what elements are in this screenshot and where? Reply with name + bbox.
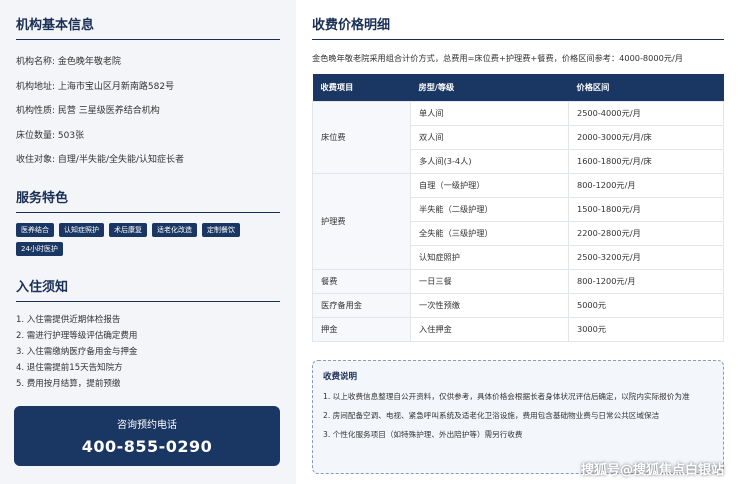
info-label: 收住对象: [16,155,56,165]
feature-tag: 术后康复 [109,222,147,237]
type-cell: 半失能（二级护理） [410,196,569,222]
category-cell: 护理费 [312,172,411,270]
table-row: 床位费 单人间 2500-4000元/月 [312,100,724,174]
info-value: 自理/半失能/全失能/认知症长者 [57,155,185,165]
info-row: 机构名称: 金色晚年敬老院 [16,50,280,75]
admission-title: 入住须知 [16,276,280,302]
info-list: 机构名称: 金色晚年敬老院 机构地址: 上海市宝山区月新南路582号 机构性质:… [16,50,280,173]
price-cell: 2500-4000元/月 [568,100,724,126]
consult-phone-number[interactable]: 400-855-0290 [14,437,280,456]
price-table: 收费项目 房型/等级 价格区间 床位费 单人间 2500-4000元/月 双人间… [312,74,724,342]
watermark: 搜狐号@搜狐焦点白银站 [580,463,724,478]
type-cell: 自理（一级护理） [410,172,569,198]
consult-phone-box[interactable]: 咨询预约电话 400-855-0290 [14,406,280,466]
info-value: 金色晚年敬老院 [57,57,121,67]
feature-tag: 24小时医护 [16,241,63,256]
price-cell: 2500-3200元/月 [568,244,724,270]
step-item: 5. 费用按月结算，提前预缴 [16,378,121,389]
category-cell: 押金 [312,316,411,342]
feature-tag: 认知症照护 [59,222,104,237]
consult-label: 咨询预约电话 [117,420,177,431]
info-value: 上海市宝山区月新南路582号 [57,81,175,92]
type-cell: 一日三餐 [410,268,569,294]
header-cell: 收费项目 [312,74,411,101]
right-panel: 收费价格明细 金色晚年敬老院采用组合计价方式，总费用=床位费+护理费+餐费，价格… [296,0,740,484]
price-cell: 800-1200元/月 [568,172,724,198]
type-cell: 入住押金 [410,316,569,342]
category-cell: 医疗备用金 [312,292,411,318]
fee-note-item: 3. 个性化服务项目（如特殊护理、外出陪护等）需另行收费 [323,430,523,439]
info-row: 收住对象: 自理/半失能/全失能/认知症长者 [16,148,280,173]
step-item: 2. 需进行护理等级评估确定费用 [16,330,138,341]
price-title: 收费价格明细 [312,14,724,40]
info-label: 床位数量: [16,130,56,141]
table-row: 护理费 自理（一级护理） 800-1200元/月 [312,172,724,270]
table-row: 押金 入住押金 3000元 [312,316,724,342]
type-cell: 一次性预缴 [410,292,569,318]
feature-tag: 医养结合 [16,222,54,237]
table-header-row: 收费项目 房型/等级 价格区间 [312,74,724,101]
category-cell: 餐费 [312,268,411,294]
step-item: 1. 入住需提供近期体检报告 [16,314,121,325]
basic-info-title: 机构基本信息 [16,14,280,40]
price-cell: 2200-2800元/月 [568,220,724,246]
info-row: 机构性质: 民营 三星级医养结合机构 [16,99,280,124]
fee-note-item: 2. 房间配备空调、电视、紧急呼叫系统及适老化卫浴设施，费用包含基础物业费与日常… [323,411,660,420]
header-cell: 价格区间 [568,74,724,101]
left-panel: 机构基本信息 机构名称: 金色晚年敬老院 机构地址: 上海市宝山区月新南路582… [0,0,296,484]
info-label: 机构名称: [16,57,56,67]
fee-note-item: 1. 以上收费信息整理自公开资料，仅供参考，具体价格会根据长者身体状况评估后确定… [323,392,690,401]
features-title: 服务特色 [16,187,280,213]
info-label: 机构性质: [16,106,56,116]
type-cell: 全失能（三级护理） [410,220,569,246]
info-value: 503张 [57,130,85,141]
admission-steps: 1. 入住需提供近期体检报告 2. 需进行护理等级评估确定费用 3. 入住需缴纳… [16,312,280,392]
info-row: 机构地址: 上海市宝山区月新南路582号 [16,75,280,100]
table-row: 餐费 一日三餐 800-1200元/月 [312,268,724,294]
price-cell: 1500-1800元/月 [568,196,724,222]
type-cell: 单人间 [410,100,569,126]
type-cell: 多人间(3-4人) [410,148,569,174]
fee-notes-title: 收费说明 [323,372,358,382]
price-cell: 2000-3000元/月/床 [568,124,724,150]
price-cell: 1600-1800元/月/床 [568,148,724,174]
table-row: 医疗备用金 一次性预缴 5000元 [312,292,724,318]
feature-tag: 适老化改造 [152,222,197,237]
feature-tag: 定制餐饮 [202,222,240,237]
step-item: 4. 退住需提前15天告知院方 [16,362,123,373]
info-row: 床位数量: 503张 [16,124,280,149]
step-item: 3. 入住需缴纳医疗备用金与押金 [16,346,138,357]
type-cell: 认知症照护 [410,244,569,270]
type-cell: 双人间 [410,124,569,150]
info-label: 机构地址: [16,81,56,92]
price-cell: 5000元 [568,292,724,318]
price-cell: 800-1200元/月 [568,268,724,294]
fee-notes-box: 收费说明 1. 以上收费信息整理自公开资料，仅供参考，具体价格会根据长者身体状况… [312,360,724,474]
feature-tags: 医养结合 认知症照护 术后康复 适老化改造 定制餐饮 24小时医护 [16,222,280,256]
header-cell: 房型/等级 [410,74,569,101]
price-description: 金色晚年敬老院采用组合计价方式，总费用=床位费+护理费+餐费，价格区间参考：40… [312,53,683,63]
price-cell: 3000元 [568,316,724,342]
category-cell: 床位费 [312,100,411,174]
info-value: 民营 三星级医养结合机构 [57,106,160,116]
